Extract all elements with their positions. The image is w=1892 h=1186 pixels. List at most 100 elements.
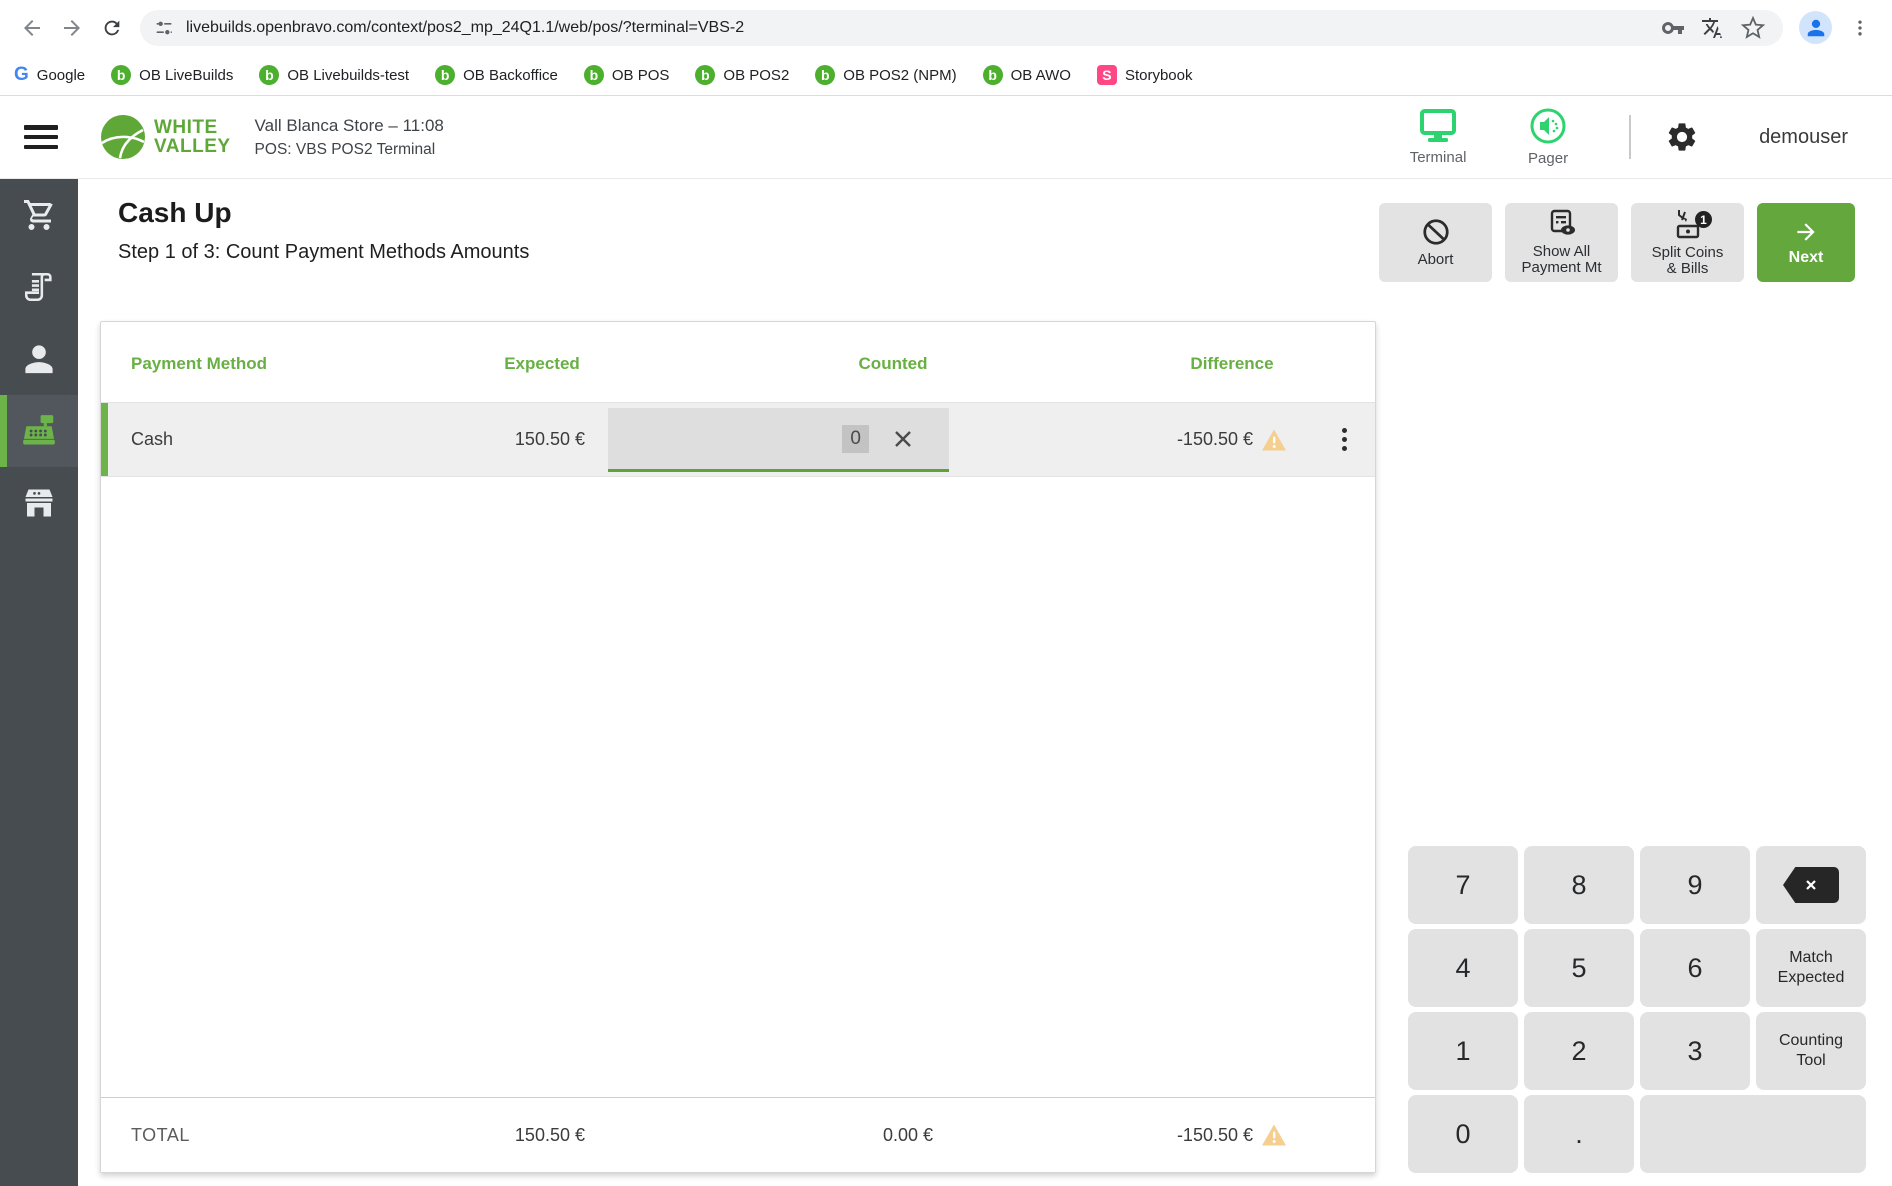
numpad-decimal-key[interactable]: . xyxy=(1524,1095,1634,1173)
bookmark-label: Google xyxy=(36,66,86,84)
openbravo-favicon: b xyxy=(695,65,716,85)
bookmark-label: OB Livebuilds-test xyxy=(287,66,410,84)
profile-avatar[interactable] xyxy=(1799,11,1832,44)
table-row-cash[interactable]: Cash 150.50 € 0 -150.50 € xyxy=(101,402,1375,477)
translate-icon[interactable] xyxy=(1701,16,1725,40)
sidebar-item-customers[interactable] xyxy=(0,323,78,395)
hamburger-menu-button[interactable] xyxy=(24,125,58,149)
openbravo-favicon: b xyxy=(435,65,456,85)
sidebar-item-tickets[interactable] xyxy=(0,251,78,323)
address-bar[interactable]: livebuilds.openbravo.com/context/pos2_mp… xyxy=(140,9,1783,46)
url-text[interactable]: livebuilds.openbravo.com/context/pos2_mp… xyxy=(186,19,744,37)
google-favicon: G xyxy=(14,64,29,85)
refresh-button[interactable] xyxy=(95,11,129,45)
person-icon xyxy=(1807,19,1824,36)
numpad-key-0[interactable]: 0 xyxy=(1408,1095,1518,1173)
column-header-difference: Difference xyxy=(1190,354,1274,373)
total-counted: 0.00 € xyxy=(882,1124,933,1145)
payment-method-name: Cash xyxy=(131,429,174,449)
numpad-key-5[interactable]: 5 xyxy=(1524,929,1634,1007)
split-coins-bills-button[interactable]: 1 Split Coins & Bills xyxy=(1631,203,1744,282)
split-label: Split Coins & Bills xyxy=(1651,244,1724,277)
browser-toolbar: livebuilds.openbravo.com/context/pos2_mp… xyxy=(0,0,1892,55)
match-expected-key[interactable]: Match Expected xyxy=(1756,929,1866,1007)
numpad-backspace-key[interactable] xyxy=(1756,846,1866,924)
numpad-key-8[interactable]: 8 xyxy=(1524,846,1634,924)
screen: livebuilds.openbravo.com/context/pos2_mp… xyxy=(0,0,1892,1186)
terminal-label: Terminal xyxy=(1409,148,1467,166)
settings-button[interactable] xyxy=(1665,120,1699,154)
main-content: Cash Up Step 1 of 3: Count Payment Metho… xyxy=(78,179,1892,1186)
bookmark-ob-pos[interactable]: b OB POS xyxy=(583,65,670,85)
payment-methods-eye-icon xyxy=(1550,209,1575,235)
pager-speaker-icon xyxy=(1530,108,1566,143)
bookmark-ob-pos2[interactable]: b OB POS2 xyxy=(695,65,789,85)
column-header-expected: Expected xyxy=(504,354,580,373)
abort-icon xyxy=(1422,219,1449,245)
store-name-time: Vall Blanca Store – 11:08 xyxy=(254,115,444,135)
pos-app: WHITE VALLEY Vall Blanca Store – 11:08 P… xyxy=(0,96,1892,1186)
refresh-icon xyxy=(104,20,120,35)
kebab-menu-icon xyxy=(1858,20,1862,35)
total-label: TOTAL xyxy=(131,1124,190,1145)
bookmark-ob-backoffice[interactable]: b OB Backoffice xyxy=(435,65,558,85)
gear-icon xyxy=(1668,123,1696,151)
chrome-menu-button[interactable] xyxy=(1843,11,1877,45)
counted-amount-input[interactable]: 0 xyxy=(608,408,949,472)
back-button[interactable] xyxy=(15,11,49,45)
numpad-key-1[interactable]: 1 xyxy=(1408,1012,1518,1090)
bookmark-storybook[interactable]: S Storybook xyxy=(1096,65,1193,85)
bookmark-label: OB POS xyxy=(611,66,670,84)
bookmark-label: OB AWO xyxy=(1010,66,1071,84)
bookmark-ob-pos2-npm[interactable]: b OB POS2 (NPM) xyxy=(815,65,957,85)
bookmark-google[interactable]: G Google xyxy=(14,64,85,86)
column-header-payment-method: Payment Method xyxy=(131,354,268,373)
expected-amount: 150.50 € xyxy=(514,429,585,449)
bookmark-ob-livebuilds[interactable]: b OB LiveBuilds xyxy=(111,65,233,85)
numpad-key-7[interactable]: 7 xyxy=(1408,846,1518,924)
difference-warning-icon xyxy=(1261,428,1287,451)
cash-register-icon xyxy=(23,415,55,445)
openbravo-favicon: b xyxy=(583,65,604,85)
brand-logo: WHITE VALLEY xyxy=(100,114,231,160)
numpad-key-2[interactable]: 2 xyxy=(1524,1012,1634,1090)
numpad-key-3[interactable]: 3 xyxy=(1640,1012,1750,1090)
header-divider xyxy=(1629,115,1632,159)
difference-amount: -150.50 € xyxy=(1176,429,1253,449)
bookmark-ob-awo[interactable]: b OB AWO xyxy=(982,65,1071,85)
clear-input-button[interactable] xyxy=(891,427,915,451)
forward-button[interactable] xyxy=(55,11,89,45)
forward-icon xyxy=(64,19,80,36)
storybook-favicon: S xyxy=(1096,65,1117,85)
site-settings-icon[interactable] xyxy=(154,18,174,38)
terminal-button[interactable]: Terminal xyxy=(1383,108,1493,166)
abort-label: Abort xyxy=(1417,251,1454,268)
numpad-key-9[interactable]: 9 xyxy=(1640,846,1750,924)
total-expected: 150.50 € xyxy=(514,1124,585,1145)
next-label: Next xyxy=(1788,249,1824,266)
openbravo-favicon: b xyxy=(815,65,836,85)
brand-name: WHITE VALLEY xyxy=(154,117,231,157)
store-info: Vall Blanca Store – 11:08 POS: VBS POS2 … xyxy=(255,116,444,159)
bookmark-star-icon[interactable] xyxy=(1741,15,1765,40)
abort-button[interactable]: Abort xyxy=(1379,203,1492,282)
bookmark-label: OB Backoffice xyxy=(463,66,558,84)
show-all-payment-methods-button[interactable]: Show All Payment Mt xyxy=(1505,203,1618,282)
sidebar-item-sales[interactable] xyxy=(0,179,78,251)
password-key-icon[interactable] xyxy=(1661,16,1685,40)
next-button[interactable]: Next xyxy=(1757,203,1855,282)
numpad-key-6[interactable]: 6 xyxy=(1640,929,1750,1007)
terminal-name: POS: VBS POS2 Terminal xyxy=(254,140,436,158)
bookmarks-bar: G Google b OB LiveBuilds b OB Livebuilds-te… xyxy=(0,55,1892,95)
bookmark-ob-livebuilds-test[interactable]: b OB Livebuilds-test xyxy=(259,65,409,85)
bookmark-label: OB POS2 xyxy=(723,66,790,84)
pager-button[interactable]: Pager xyxy=(1493,108,1603,167)
numpad-blank-key[interactable] xyxy=(1640,1095,1866,1173)
row-menu-button[interactable] xyxy=(1329,423,1359,457)
sidebar-item-store[interactable] xyxy=(0,467,78,539)
numpad-key-4[interactable]: 4 xyxy=(1408,929,1518,1007)
counting-tool-key[interactable]: Counting Tool xyxy=(1756,1012,1866,1090)
current-user[interactable]: demouser xyxy=(1759,126,1848,149)
sidebar-item-cash-management[interactable] xyxy=(0,395,78,467)
bookmark-label: Storybook xyxy=(1124,66,1193,84)
